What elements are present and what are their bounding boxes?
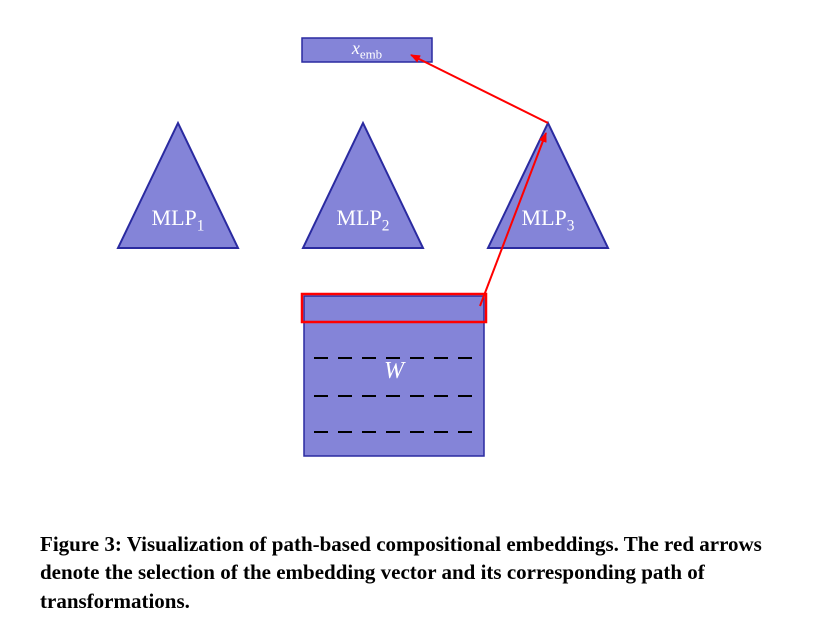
arrow-mlp3-to-emb <box>411 55 548 123</box>
figure-caption: Figure 3: Visualization of path-based co… <box>40 530 780 615</box>
caption-body: Visualization of path-based compositiona… <box>40 532 762 613</box>
mlp1-label: MLP1 <box>118 205 238 235</box>
caption-prefix: Figure 3: <box>40 532 127 556</box>
diagram-svg <box>0 0 820 530</box>
emb-label: xemb <box>307 38 427 63</box>
mlp2-label: MLP2 <box>303 205 423 235</box>
diagram-canvas: xemb MLP1 MLP2 MLP3 W Figure 3: Visualiz… <box>0 0 820 630</box>
w-label: W <box>304 358 484 385</box>
mlp3-label: MLP3 <box>488 205 608 235</box>
